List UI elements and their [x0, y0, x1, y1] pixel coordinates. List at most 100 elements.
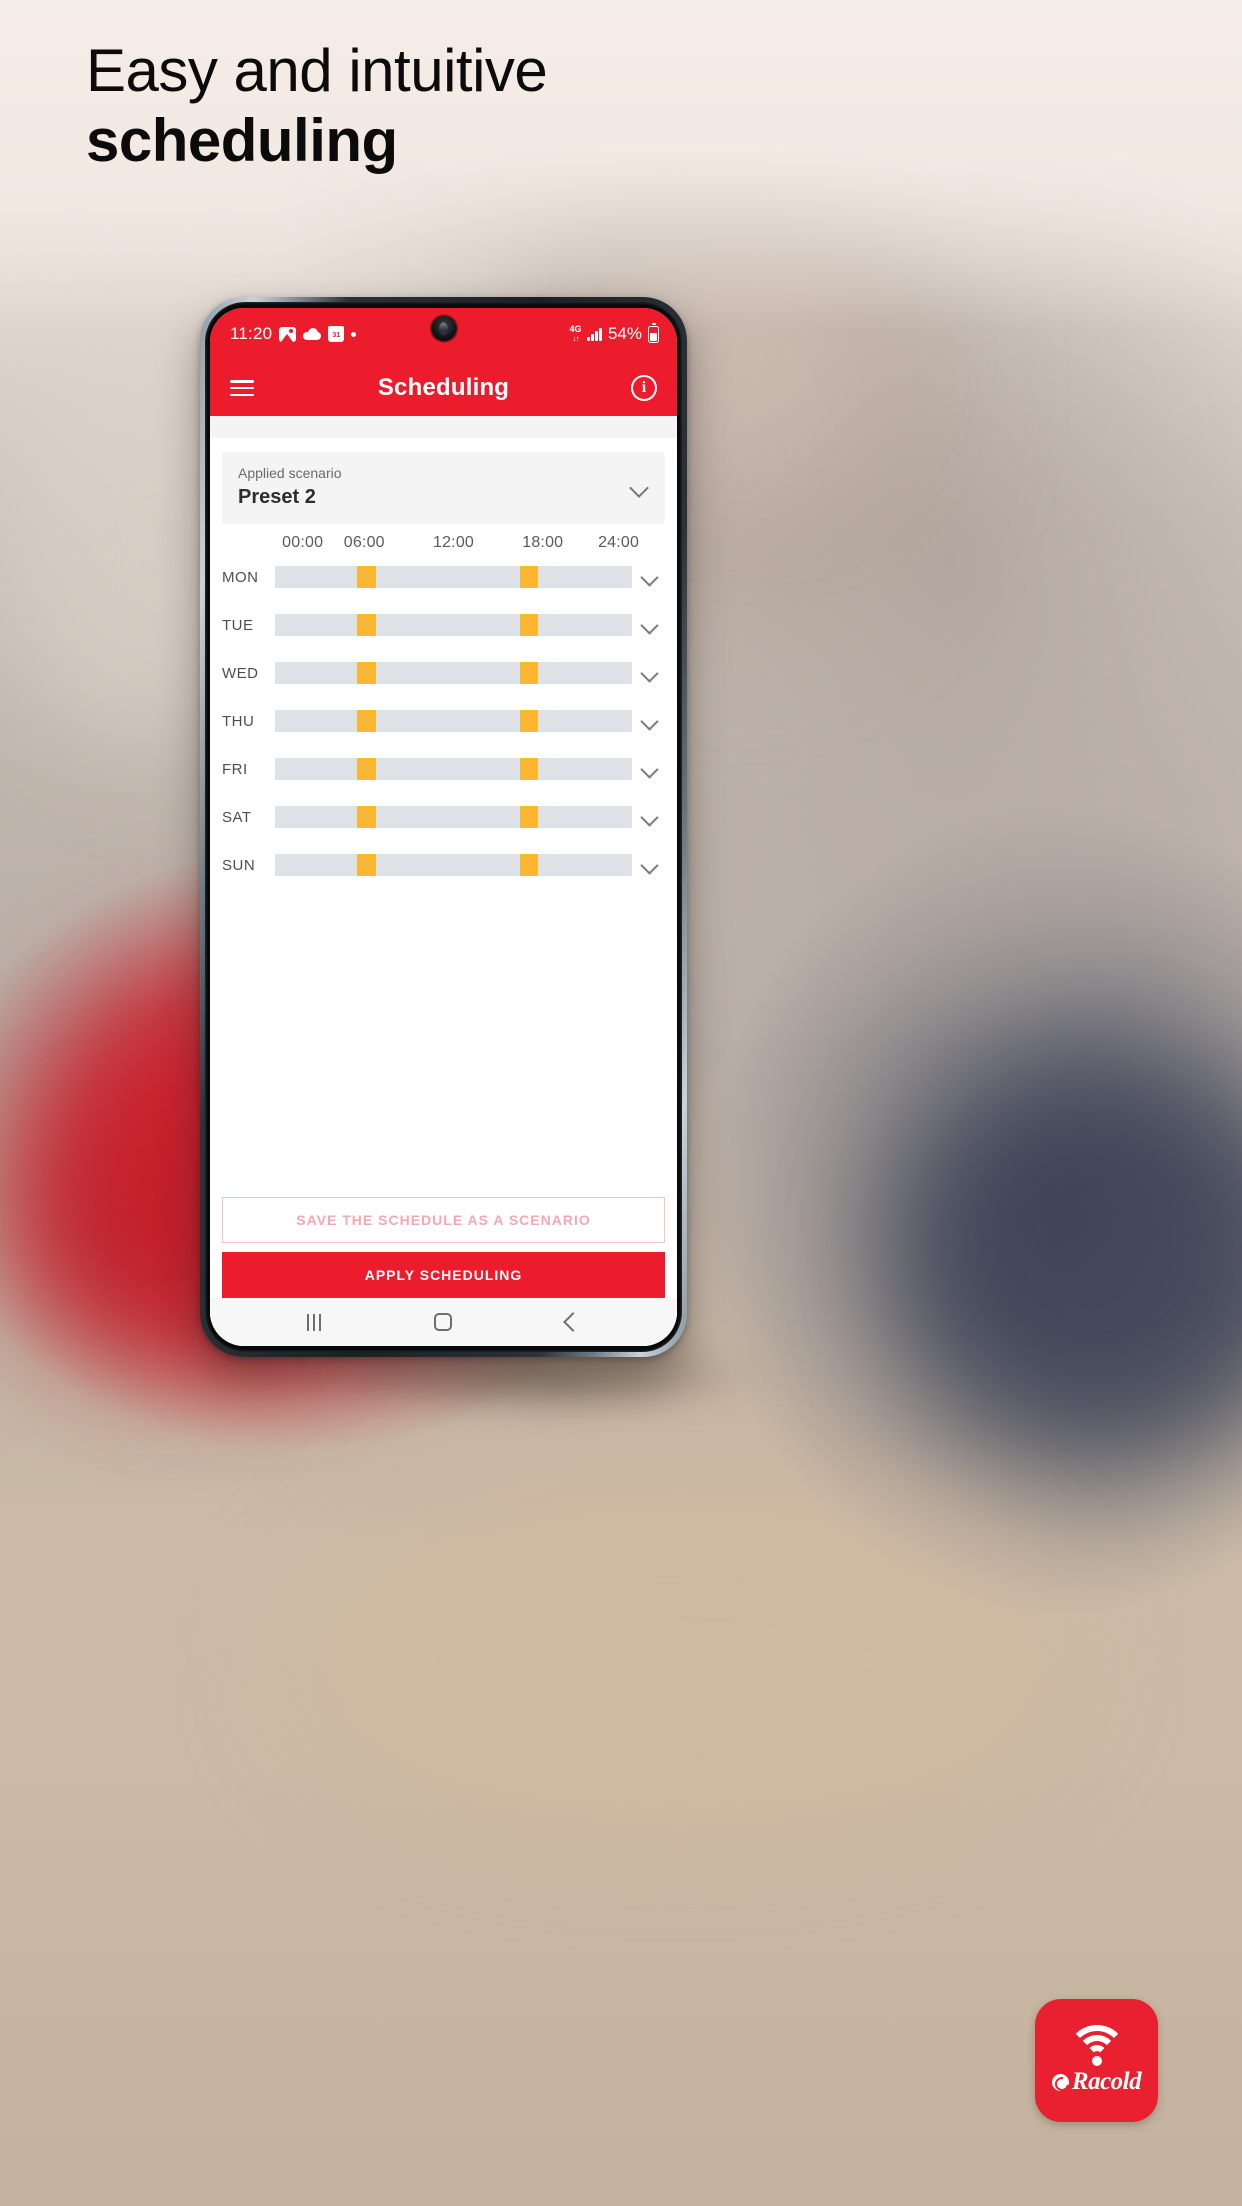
schedule-active-segment[interactable]: [519, 806, 539, 828]
schedule-active-segment[interactable]: [357, 662, 376, 684]
wifi-icon: [1066, 2025, 1128, 2066]
chevron-down-icon[interactable]: [640, 712, 658, 730]
time-tick-label: 24:00: [598, 534, 640, 551]
day-timeline-track[interactable]: [275, 758, 632, 780]
day-expand-toggle[interactable]: [632, 760, 665, 778]
gallery-icon: [279, 326, 297, 342]
chevron-down-icon[interactable]: [640, 760, 658, 778]
cloud-icon: [303, 328, 322, 340]
time-tick-label: 06:00: [343, 534, 385, 551]
network-type-label: 4G: [569, 324, 582, 334]
applied-scenario-label: Applied scenario: [238, 465, 342, 481]
day-label: MON: [222, 568, 259, 586]
chevron-down-icon[interactable]: [640, 856, 658, 874]
schedule-day-row[interactable]: SAT: [222, 800, 665, 834]
android-status-bar: 11:20 4G ↓↑ 54%: [210, 308, 677, 360]
schedule-active-segment[interactable]: [519, 854, 539, 876]
time-tick-label: 12:00: [432, 534, 475, 551]
save-schedule-as-scenario-button[interactable]: SAVE THE SCHEDULE AS A SCENARIO: [222, 1197, 665, 1243]
applied-scenario-texts: Applied scenario Preset 2: [238, 464, 629, 510]
day-label: SUN: [222, 856, 256, 874]
apply-scheduling-button[interactable]: APPLY SCHEDULING: [222, 1252, 665, 1298]
schedule-active-segment[interactable]: [519, 614, 539, 636]
schedule-active-segment[interactable]: [357, 758, 376, 780]
time-tick-label: 00:00: [282, 534, 324, 551]
home-icon[interactable]: [434, 1313, 453, 1331]
day-timeline-track[interactable]: [275, 614, 632, 636]
day-expand-toggle[interactable]: [632, 568, 665, 586]
schedule-active-segment[interactable]: [357, 614, 376, 636]
schedule-day-row[interactable]: WED: [222, 656, 665, 690]
headline-line-1: Easy and intuitive: [86, 37, 548, 104]
racold-swirl-icon: [1051, 2073, 1069, 2091]
schedule-grid: 00:00 06:00 12:00 18:00 24:00 MON TUE WED THU FR…: [210, 524, 677, 896]
status-bar-clock: 11:20: [230, 324, 273, 343]
schedule-active-segment[interactable]: [519, 710, 539, 732]
app-content: Applied scenario Preset 2 00:00 06:00 12:0…: [210, 416, 677, 1346]
schedule-time-axis-row: 00:00 06:00 12:00 18:00 24:00: [222, 534, 665, 556]
day-expand-toggle[interactable]: [632, 712, 665, 730]
day-expand-toggle[interactable]: [632, 664, 665, 682]
status-bar-right-cluster: 4G ↓↑ 54%: [569, 323, 659, 344]
content-top-strip: [210, 416, 677, 438]
day-timeline-track[interactable]: [275, 806, 632, 828]
android-navigation-bar: [210, 1298, 677, 1346]
day-label: WED: [222, 664, 259, 682]
chevron-down-icon[interactable]: [640, 664, 658, 682]
battery-percent-label: 54%: [607, 324, 642, 343]
day-timeline-track[interactable]: [275, 854, 632, 876]
background-blob-floor: [300, 1500, 1060, 1820]
page-title: Scheduling: [377, 374, 510, 401]
day-timeline-track[interactable]: [275, 662, 632, 684]
racold-app-icon-badge: Racold: [1035, 1999, 1158, 2122]
schedule-active-segment[interactable]: [357, 806, 376, 828]
applied-scenario-dropdown[interactable]: Applied scenario Preset 2: [222, 452, 665, 524]
battery-icon: [648, 323, 659, 343]
day-timeline-track[interactable]: [275, 566, 632, 588]
headline-line-2: scheduling: [86, 107, 398, 174]
chevron-down-icon[interactable]: [640, 808, 658, 826]
hamburger-menu-icon[interactable]: [230, 380, 254, 396]
day-label: THU: [222, 712, 255, 730]
time-tick-label: 18:00: [522, 534, 564, 551]
info-icon-glyph: i: [641, 379, 647, 396]
schedule-active-segment[interactable]: [357, 710, 376, 732]
page-headline: Easy and intuitive scheduling: [86, 36, 1086, 176]
schedule-day-row[interactable]: SUN: [222, 848, 665, 882]
signal-bars-icon: [587, 327, 602, 341]
app-top-bar: Scheduling i: [210, 360, 677, 416]
schedule-active-segment[interactable]: [519, 566, 539, 588]
chevron-down-icon[interactable]: [629, 477, 649, 497]
bottom-actions: SAVE THE SCHEDULE AS A SCENARIO APPLY SC…: [210, 1197, 677, 1298]
schedule-day-row[interactable]: TUE: [222, 608, 665, 642]
network-data-arrows: ↓↑: [572, 334, 579, 343]
schedule-active-segment[interactable]: [357, 566, 376, 588]
day-label: TUE: [222, 616, 254, 634]
day-expand-toggle[interactable]: [632, 808, 665, 826]
back-icon[interactable]: [563, 1312, 584, 1332]
phone-bezel: 11:20 4G ↓↑ 54% Scheduling i: [205, 302, 682, 1352]
schedule-day-row[interactable]: THU: [222, 704, 665, 738]
schedule-day-row[interactable]: MON: [222, 560, 665, 594]
day-timeline-track[interactable]: [275, 710, 632, 732]
notification-dot-icon: [351, 331, 357, 337]
chevron-down-icon[interactable]: [640, 568, 658, 586]
network-type-icon: 4G ↓↑: [569, 324, 582, 344]
day-expand-toggle[interactable]: [632, 616, 665, 634]
schedule-active-segment[interactable]: [519, 662, 539, 684]
day-expand-toggle[interactable]: [632, 856, 665, 874]
schedule-day-row[interactable]: FRI: [222, 752, 665, 786]
day-label: FRI: [222, 760, 248, 778]
recents-icon[interactable]: [306, 1313, 321, 1331]
phone-device-frame: 11:20 4G ↓↑ 54% Scheduling i: [200, 297, 687, 1357]
schedule-active-segment[interactable]: [519, 758, 539, 780]
status-bar-left-cluster: 11:20: [230, 324, 357, 344]
schedule-time-axis: 00:00 06:00 12:00 18:00 24:00: [275, 534, 639, 556]
content-spacer: [210, 896, 677, 1197]
schedule-day-rows: MON TUE WED THU FRI SAT SUN: [222, 560, 665, 882]
applied-scenario-value: Preset 2: [238, 486, 316, 508]
info-icon[interactable]: i: [631, 375, 657, 401]
chevron-down-icon[interactable]: [640, 616, 658, 634]
phone-screen: 11:20 4G ↓↑ 54% Scheduling i: [210, 308, 677, 1346]
schedule-active-segment[interactable]: [357, 854, 376, 876]
